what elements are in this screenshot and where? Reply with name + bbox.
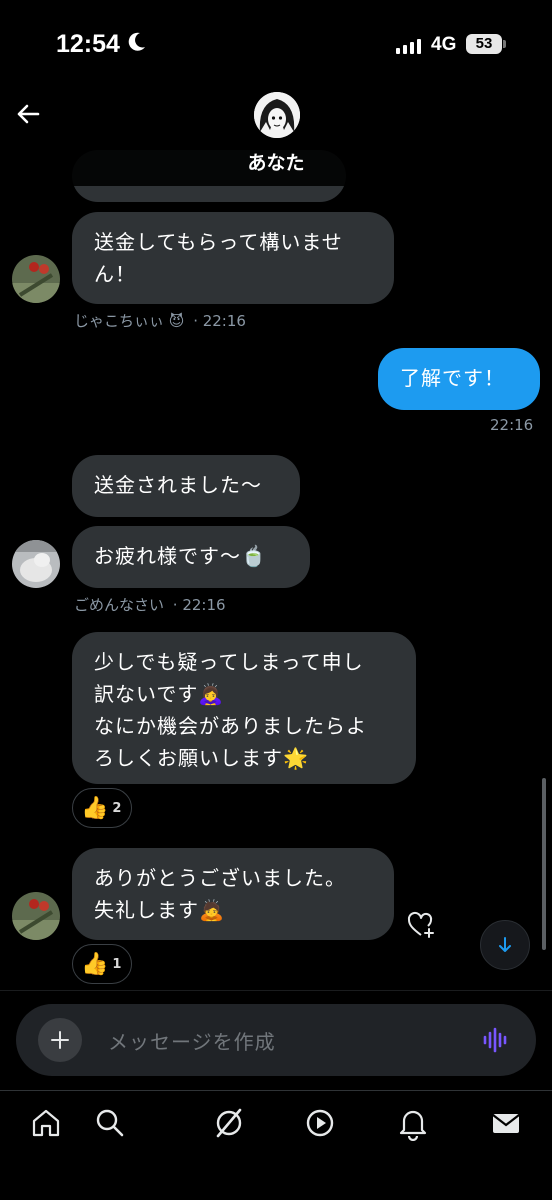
battery-icon: 53 (466, 34, 502, 54)
sender-name: ごめんなさい (74, 596, 165, 614)
contact-name[interactable]: あなた (0, 148, 552, 175)
message-bubble-incoming[interactable]: 少しでも疑ってしまって申し 訳ないです🙇‍♀️ なにか機会がありましたらよ ろし… (72, 632, 416, 784)
sender-name: じゃこちぃぃ 😈 (74, 312, 185, 330)
message-input-placeholder[interactable]: メッセージを作成 (108, 1026, 276, 1055)
signal-icon (396, 38, 421, 54)
status-bar: 12:54 4G 53 (0, 0, 552, 90)
reaction-chip[interactable]: 👍 1 (72, 944, 133, 984)
scroll-to-bottom-button[interactable] (480, 920, 530, 970)
moon-icon (128, 32, 146, 57)
sender-avatar[interactable] (12, 540, 60, 588)
message-time: 22:16 (490, 416, 534, 434)
conversation-header: あなた (0, 90, 552, 186)
grok-icon[interactable] (211, 1105, 247, 1141)
thumbs-up-icon: 👍 (81, 951, 109, 977)
message-time: · 22:16 (172, 596, 226, 614)
scrollbar[interactable] (542, 778, 546, 950)
message-meta: ごめんなさい · 22:16 (74, 594, 226, 615)
bottom-tab-bar (0, 1090, 552, 1200)
sender-avatar[interactable] (12, 255, 60, 303)
message-bubble-incoming[interactable]: ありがとうございました。 失礼します🙇 (72, 848, 394, 940)
message-input[interactable]: メッセージを作成 (16, 1004, 536, 1076)
reaction-count: 1 (112, 956, 122, 972)
sender-avatar[interactable] (12, 892, 60, 940)
message-meta: じゃこちぃぃ 😈 · 22:16 (74, 310, 246, 331)
contact-avatar[interactable] (254, 92, 300, 138)
reaction-count: 2 (112, 800, 122, 816)
voice-waveform-icon[interactable] (482, 1026, 510, 1054)
message-bubble-incoming[interactable]: 送金してもらって構いませ ん！ (72, 212, 394, 304)
thumbs-up-icon: 👍 (81, 795, 109, 821)
heart-plus-icon[interactable] (406, 910, 436, 940)
search-icon[interactable] (0, 1105, 124, 1141)
notifications-icon[interactable] (395, 1105, 431, 1142)
arrow-left-icon[interactable] (14, 100, 42, 128)
message-bubble-outgoing[interactable]: 了解です！ (378, 348, 540, 410)
composer-bar: メッセージを作成 (0, 990, 552, 1090)
video-icon[interactable] (302, 1105, 338, 1141)
message-bubble-incoming[interactable]: 送金されました〜 (72, 455, 300, 517)
status-time: 12:54 (56, 30, 120, 58)
arrow-down-icon (499, 937, 511, 952)
message-bubble-incoming[interactable]: お疲れ様です〜🍵 (72, 526, 310, 588)
plus-icon[interactable] (38, 1018, 82, 1062)
network-type: 4G (431, 34, 457, 55)
messages-icon[interactable] (488, 1105, 524, 1141)
battery-tip (503, 40, 506, 48)
reaction-chip[interactable]: 👍 2 (72, 788, 133, 828)
message-time: · 22:16 (193, 312, 246, 330)
